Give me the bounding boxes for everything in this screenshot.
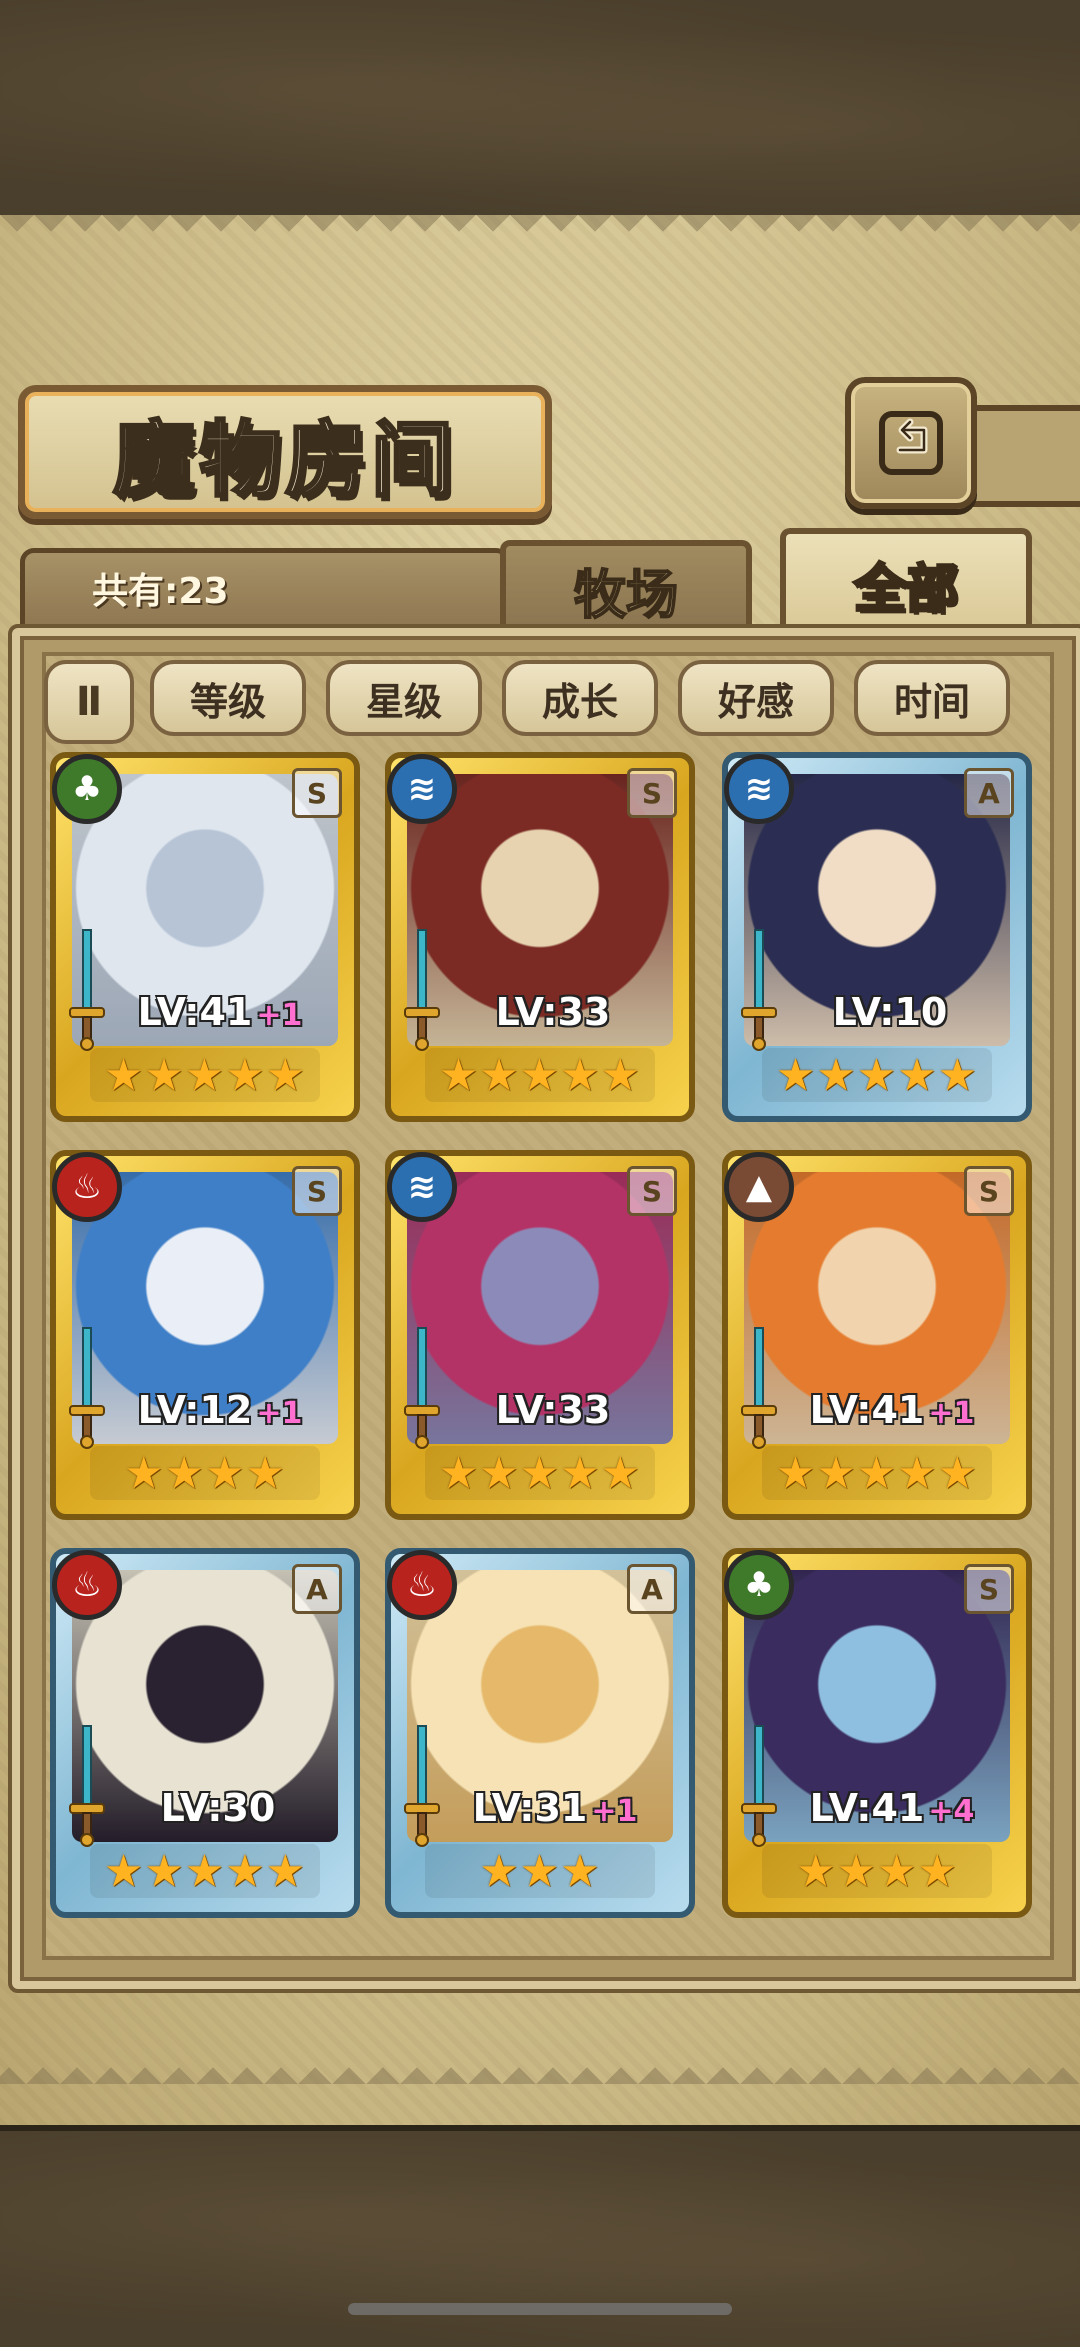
zigzag-border-top — [0, 215, 1080, 249]
pause-icon: Ⅱ — [75, 679, 103, 725]
level-value: LV:33 — [495, 1388, 611, 1432]
rank-badge: S — [964, 1564, 1014, 1614]
element-icon: ♨ — [387, 1550, 457, 1620]
level-value: LV:12 — [137, 1388, 253, 1432]
star-rating: ★★★★★ — [762, 1048, 992, 1102]
rank-badge: S — [627, 768, 677, 818]
element-icon: ≋ — [387, 754, 457, 824]
star-rating: ★★★★★ — [90, 1048, 320, 1102]
element-icon: ≋ — [387, 1152, 457, 1222]
tab-ranch[interactable]: 牧场 — [500, 540, 752, 634]
sword-icon — [69, 1725, 105, 1847]
level-label: LV:10 — [782, 990, 1002, 1040]
level-label: LV:30 — [110, 1786, 330, 1836]
monster-card[interactable]: ≋ A LV:10 ★★★★★ — [722, 752, 1032, 1122]
monster-card[interactable]: ≋ S LV:33 ★★★★★ — [385, 752, 695, 1122]
zigzag-border-bottom — [0, 2050, 1080, 2084]
level-value: LV:41 — [809, 1786, 925, 1830]
level-bonus: +1 — [591, 1794, 638, 1829]
sword-icon — [741, 929, 777, 1051]
star-rating: ★★★★ — [762, 1844, 992, 1898]
sort-affection-button[interactable]: 好感 — [678, 660, 834, 736]
rank-badge: S — [964, 1166, 1014, 1216]
star-rating: ★★★★★ — [762, 1446, 992, 1500]
monster-card[interactable]: ▲ S LV:41 +1 ★★★★★ — [722, 1150, 1032, 1520]
star-rating: ★★★★★ — [425, 1446, 655, 1500]
monster-card[interactable]: ♨ A LV:31 +1 ★★★ — [385, 1548, 695, 1918]
back-button[interactable] — [845, 377, 977, 509]
level-bonus: +1 — [928, 1396, 975, 1431]
rank-badge: A — [292, 1564, 342, 1614]
element-icon: ≋ — [724, 754, 794, 824]
back-button-rail — [965, 405, 1080, 507]
level-label: LV:41 +1 — [782, 1388, 1002, 1438]
pause-button[interactable]: Ⅱ — [44, 660, 134, 744]
level-value: LV:10 — [832, 990, 948, 1034]
sword-icon — [404, 1327, 440, 1449]
level-value: LV:30 — [160, 1786, 276, 1830]
element-icon: ♣ — [724, 1550, 794, 1620]
element-icon: ♨ — [52, 1152, 122, 1222]
sword-icon — [69, 1327, 105, 1449]
level-label: LV:41 +4 — [782, 1786, 1002, 1836]
level-value: LV:41 — [809, 1388, 925, 1432]
sort-star-button[interactable]: 星级 — [326, 660, 482, 736]
monster-count: 共有:23 — [92, 571, 229, 612]
level-value: LV:31 — [472, 1786, 588, 1830]
level-bonus: +1 — [256, 998, 303, 1033]
level-label: LV:41 +1 — [110, 990, 330, 1040]
star-rating: ★★★★★ — [90, 1844, 320, 1898]
rank-badge: A — [964, 768, 1014, 818]
sword-icon — [741, 1725, 777, 1847]
sort-level-button[interactable]: 等级 — [150, 660, 306, 736]
monster-card[interactable]: ♣ S LV:41 +1 ★★★★★ — [50, 752, 360, 1122]
level-bonus: +1 — [256, 1396, 303, 1431]
sword-icon — [404, 1725, 440, 1847]
element-icon: ▲ — [724, 1152, 794, 1222]
sort-growth-button[interactable]: 成长 — [502, 660, 658, 736]
star-rating: ★★★ — [425, 1844, 655, 1898]
map-background-top — [0, 0, 1080, 221]
sword-icon — [741, 1327, 777, 1449]
level-label: LV:31 +1 — [445, 1786, 665, 1836]
level-bonus: +4 — [928, 1794, 975, 1829]
sort-toolbar: Ⅱ 等级 星级 成长 好感 时间 — [44, 660, 1024, 744]
level-value: LV:33 — [495, 990, 611, 1034]
monster-card[interactable]: ♨ S LV:12 +1 ★★★★ — [50, 1150, 360, 1520]
page-title: 魔物房间 — [111, 410, 457, 509]
star-rating: ★★★★ — [90, 1446, 320, 1500]
level-value: LV:41 — [137, 990, 253, 1034]
home-indicator[interactable] — [348, 2303, 732, 2315]
monster-card[interactable]: ♣ S LV:41 +4 ★★★★ — [722, 1548, 1032, 1918]
star-rating: ★★★★★ — [425, 1048, 655, 1102]
rank-badge: S — [292, 768, 342, 818]
sword-icon — [69, 929, 105, 1051]
element-icon: ♣ — [52, 754, 122, 824]
rank-badge: A — [627, 1564, 677, 1614]
rank-badge: S — [627, 1166, 677, 1216]
sword-icon — [404, 929, 440, 1051]
tab-all[interactable]: 全部 — [780, 528, 1032, 634]
level-label: LV:33 — [445, 1388, 665, 1438]
level-label: LV:12 +1 — [110, 1388, 330, 1438]
level-label: LV:33 — [445, 990, 665, 1040]
return-arrow-icon — [879, 411, 943, 475]
rank-badge: S — [292, 1166, 342, 1216]
element-icon: ♨ — [52, 1550, 122, 1620]
title-plate: 魔物房间 — [18, 385, 552, 519]
monster-card[interactable]: ≋ S LV:33 ★★★★★ — [385, 1150, 695, 1520]
monster-card[interactable]: ♨ A LV:30 ★★★★★ — [50, 1548, 360, 1918]
sort-time-button[interactable]: 时间 — [854, 660, 1010, 736]
